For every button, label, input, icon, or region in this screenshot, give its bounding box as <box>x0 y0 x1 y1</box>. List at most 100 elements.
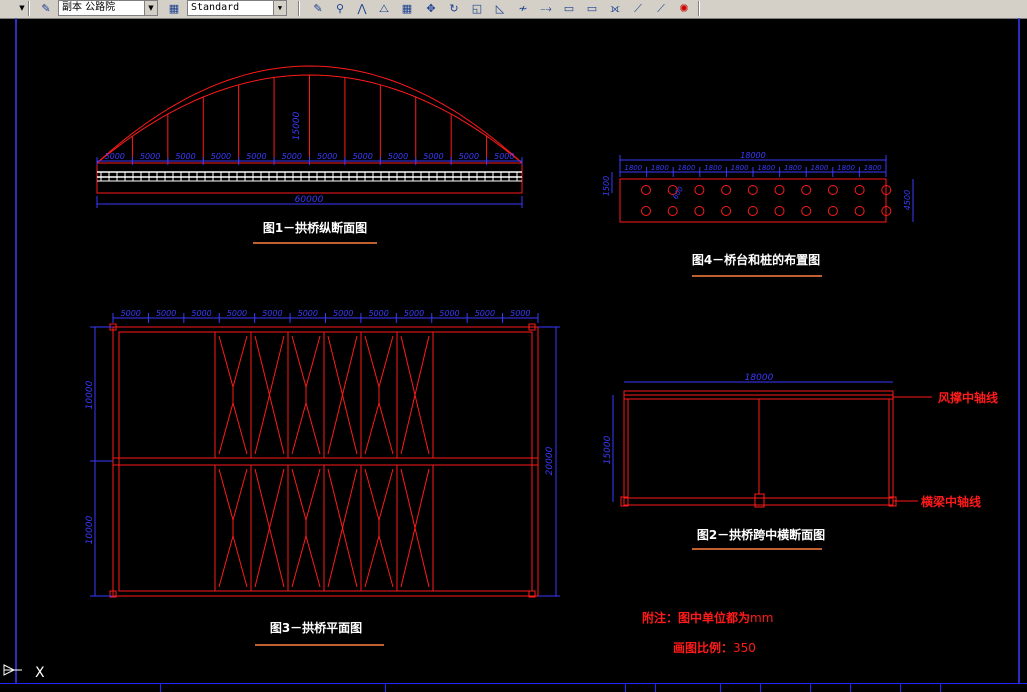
fig2-height-dim: 15000 <box>603 435 613 464</box>
pile-circle <box>774 206 785 216</box>
move-icon[interactable]: ✥ <box>423 1 439 16</box>
fig3-span-dim: 5000 <box>368 309 388 318</box>
fig2-label-bottom: 横梁中轴线 <box>921 494 981 509</box>
fig3-span-dim: 5000 <box>510 309 530 318</box>
explode-icon[interactable]: ⟋ <box>653 1 669 16</box>
fig2-width-dim: 18000 <box>745 373 774 383</box>
fig4-spacing-dim: 1800 <box>678 164 696 172</box>
toolbar-separator <box>298 1 300 16</box>
pile-circle <box>667 206 678 216</box>
fig4-spacing-dim: 1800 <box>757 164 775 172</box>
offset-icon[interactable]: ⧍ <box>376 1 392 16</box>
pile-circle <box>641 185 651 195</box>
fig1-span-dim: 5000 <box>175 152 195 161</box>
layer-icon[interactable]: ✎ <box>38 1 54 16</box>
bracing-chevron <box>218 468 248 522</box>
bracing-chevron <box>327 335 344 455</box>
join-icon[interactable]: ▭ <box>584 1 600 16</box>
fig1-span-dim: 5000 <box>140 152 160 161</box>
style-combo[interactable]: Standard ▼ <box>187 0 287 16</box>
fig4-spacing-dim: 1800 <box>837 164 855 172</box>
fig1-span-dim: 5000 <box>246 152 266 161</box>
bracing-chevron <box>254 468 271 588</box>
pile-circle <box>774 185 785 195</box>
figure-1-arch-elevation: 5000 5000 5000 5000 5000 5000 5000 5000 5000 5000… <box>96 65 523 244</box>
toolbar-separator <box>698 1 700 16</box>
fig3-span-dim: 5000 <box>475 309 495 318</box>
fig1-span-dim: 5000 <box>282 152 302 161</box>
figure-2-cross-section: 18000 15000 风撑中轴线 横梁中轴线 图2－拱桥跨中横断面图 <box>603 373 998 550</box>
chevron-down-icon[interactable]: ▼ <box>144 1 157 15</box>
figure-3-arch-plan: 5000 5000 5000 5000 5000 5000 5000 5000 5000 5000… <box>85 309 560 646</box>
chamfer-icon[interactable]: ⟗ <box>607 1 623 16</box>
ucs-x-label: X <box>35 665 45 681</box>
rotate-icon[interactable]: ↻ <box>446 1 462 16</box>
bracing-chevron <box>341 335 358 455</box>
fig4-left-dim: 1500 <box>602 176 611 196</box>
pile-circle <box>694 185 705 195</box>
pile-circle <box>854 206 865 216</box>
fig4-title: 图4－桥台和桩的布置图 <box>692 252 820 267</box>
fig2-label-top: 风撑中轴线 <box>938 390 998 405</box>
style-combo-value: Standard <box>191 2 240 13</box>
fig4-spacing-dim: 1800 <box>784 164 802 172</box>
bracing-chevron <box>218 534 248 588</box>
toolbar: ▼ ✎ 副本 公路院 ▼ ▦ Standard ▼ ✎ ⚲ ⋀ ⧍ ▦ ✥ ↻ … <box>0 0 1027 19</box>
fig3-span-dim: 5000 <box>121 309 141 318</box>
fig1-span-dim: 5000 <box>388 152 408 161</box>
array-icon[interactable]: ▦ <box>399 1 415 16</box>
note-scale: 画图比例：350 <box>673 640 756 655</box>
fig4-spacing-dim: 1800 <box>731 164 749 172</box>
fig1-title: 图1－拱桥纵断面图 <box>263 220 367 235</box>
pile-circle <box>827 206 838 216</box>
chevron-down-icon[interactable]: ▼ <box>273 1 286 15</box>
fig3-span-dim: 5000 <box>404 309 424 318</box>
layer-combo[interactable]: 副本 公路院 ▼ <box>58 0 158 16</box>
bracing-chevron <box>291 401 321 455</box>
fig1-rise-dim: 15000 <box>292 111 302 140</box>
extend-icon[interactable]: ⤍ <box>538 1 554 16</box>
fig3-span-dim: 5000 <box>156 309 176 318</box>
note-units-text: 附注：图中单位都为 <box>642 610 750 625</box>
bracing-chevron <box>364 468 394 522</box>
fig3-span-dim: 5000 <box>333 309 353 318</box>
pile-circle <box>801 185 812 195</box>
fig1-span-dim: 5000 <box>494 152 514 161</box>
pile-circle <box>641 206 651 216</box>
mirror-icon[interactable]: ⋀ <box>354 1 370 16</box>
fig3-span-dim: 5000 <box>227 309 247 318</box>
note-units: 附注：图中单位都为mm <box>642 610 773 625</box>
fig4-pile-dim: 600 <box>671 185 685 201</box>
fig3-title: 图3－拱桥平面图 <box>270 620 362 635</box>
fig1-span-dim: 5000 <box>352 152 372 161</box>
explode-icon[interactable]: ✺ <box>676 1 692 16</box>
scale-icon[interactable]: ◱ <box>469 1 485 16</box>
fig4-right-dim: 4500 <box>903 190 912 210</box>
fig1-span-dim: 5000 <box>211 152 231 161</box>
pencil-icon[interactable]: ✎ <box>310 1 326 16</box>
trim-icon[interactable]: ≁ <box>515 1 531 16</box>
pile-circle <box>747 206 758 216</box>
bracing-chevron <box>254 335 271 455</box>
figure-4-pile-layout: 1800 1800 1800 1800 1800 1800 1800 1800 1800 1800… <box>602 151 914 277</box>
bracing-chevron <box>268 335 285 455</box>
bracing-chevron <box>218 335 248 389</box>
toolbar-separator <box>28 1 30 16</box>
pile-circle <box>721 206 732 216</box>
bracing-chevron <box>218 401 248 455</box>
text-style-icon[interactable]: ▦ <box>166 1 182 16</box>
note-scale-value: 350 <box>733 641 756 655</box>
fig4-total-dim: 18000 <box>740 151 765 160</box>
note-units-value: mm <box>750 611 773 625</box>
drawing-canvas[interactable]: 5000 5000 5000 5000 5000 5000 5000 5000 5000 5000… <box>0 18 1027 683</box>
break-icon[interactable]: ▭ <box>561 1 577 16</box>
snap-icon[interactable]: ⚲ <box>332 1 348 16</box>
fig4-spacing-dim: 1800 <box>704 164 722 172</box>
stretch-icon[interactable]: ◺ <box>492 1 508 16</box>
fig1-span-dim: 5000 <box>423 152 443 161</box>
fillet-icon[interactable]: ⟋ <box>630 1 646 16</box>
ucs-icon: X <box>3 664 45 681</box>
fig3-span-dim: 5000 <box>298 309 318 318</box>
fig2-title: 图2－拱桥跨中横断面图 <box>697 527 825 542</box>
bracing-chevron <box>364 534 394 588</box>
